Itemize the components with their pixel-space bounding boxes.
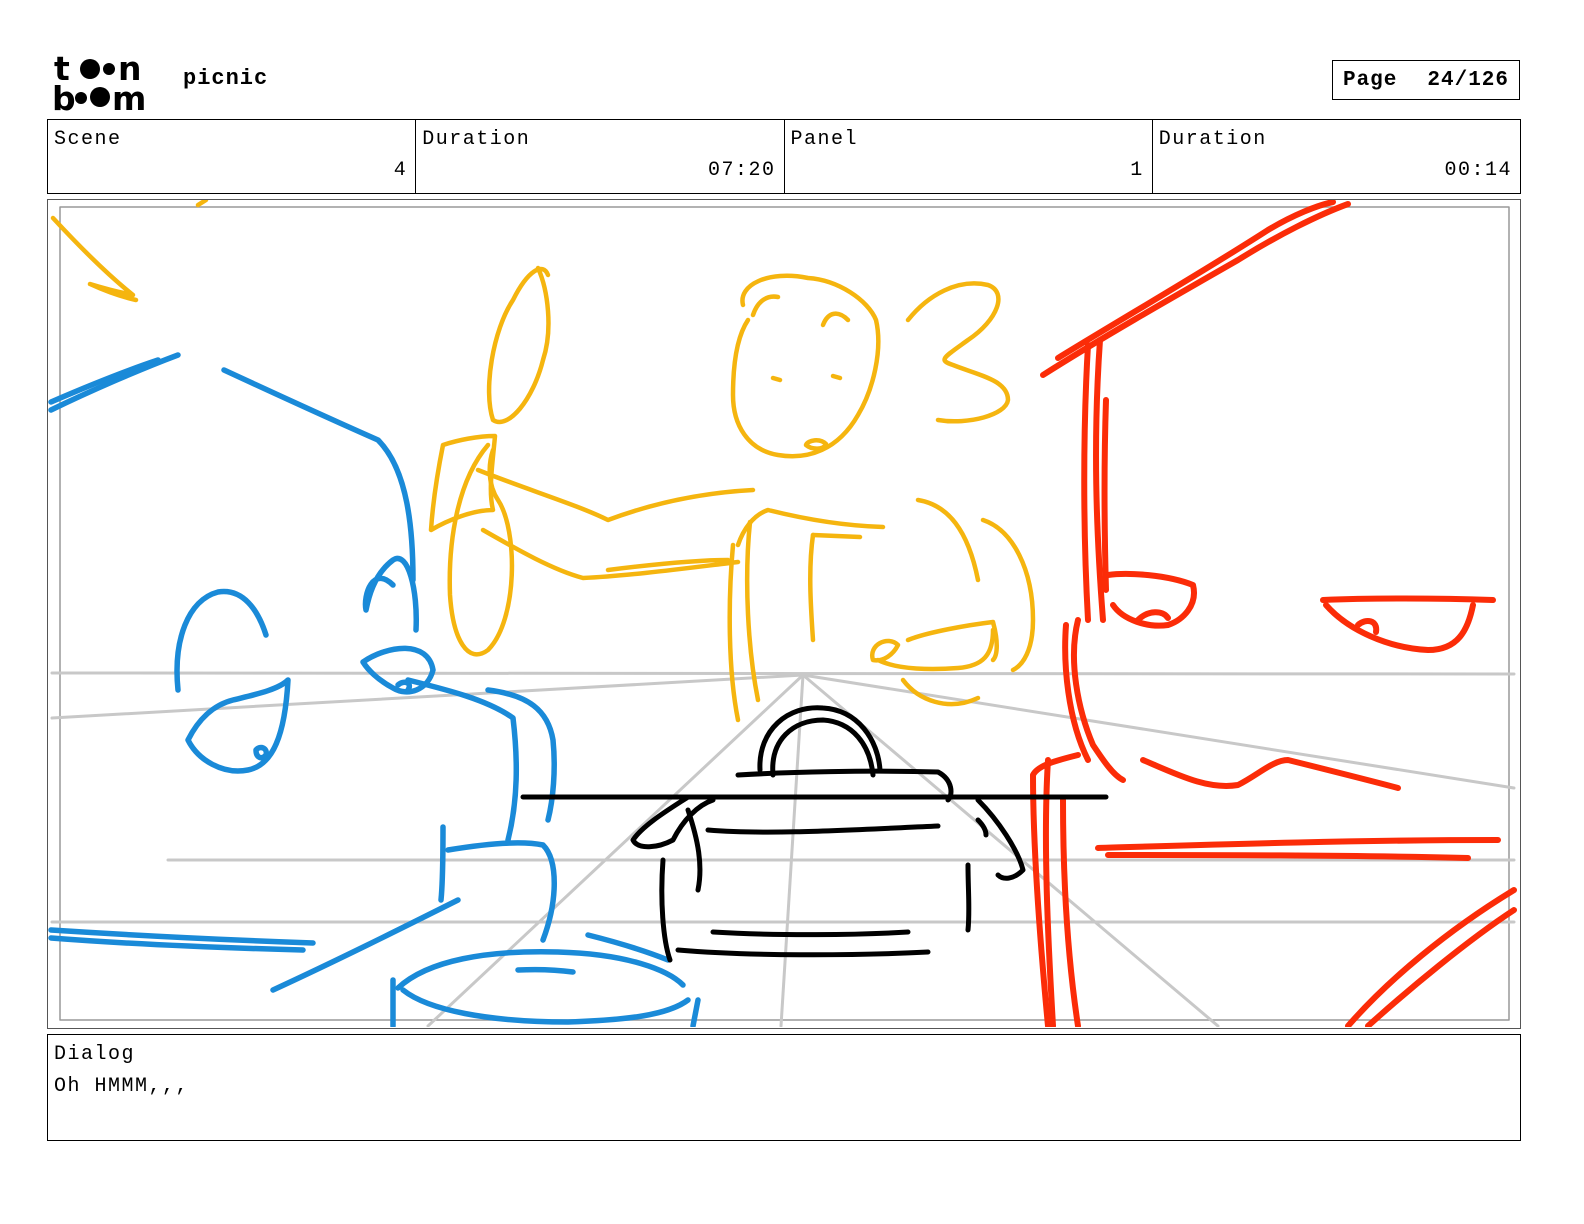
panel-duration-label: Duration — [1158, 128, 1267, 151]
page-indicator: Page 24/126 — [1332, 60, 1520, 100]
red-character-sketch — [1030, 200, 1517, 1027]
dialog-text: Oh HMMM,,, — [54, 1075, 190, 1098]
panel-duration-value: 00:14 — [1444, 159, 1512, 182]
page-value: 24/126 — [1427, 68, 1510, 92]
dialog-box: Dialog Oh HMMM,,, — [47, 1034, 1521, 1141]
scene-value: 4 — [393, 159, 408, 182]
scene-duration-value: 07:20 — [707, 159, 776, 182]
panel-duration-cell: Duration 00:14 — [1153, 120, 1520, 193]
scene-cell: Scene 4 — [48, 120, 417, 193]
perspective-guides — [50, 671, 1516, 1027]
panel-sketch — [48, 200, 1517, 1027]
scene-label: Scene — [54, 128, 122, 151]
panel-info-row: Scene 4 Duration 07:20 Panel 1 Duration … — [47, 119, 1521, 194]
blue-character-sketch — [48, 352, 701, 1027]
panel-value: 1 — [1130, 159, 1144, 182]
dialog-label: Dialog — [54, 1043, 136, 1066]
panel-cell: Panel 1 — [785, 120, 1153, 193]
panel-label: Panel — [790, 128, 859, 151]
svg-text:b: b — [52, 79, 76, 112]
page-label: Page — [1342, 68, 1398, 92]
svg-text:m: m — [112, 79, 146, 112]
project-title: picnic — [183, 66, 269, 91]
scene-duration-label: Duration — [422, 128, 531, 151]
safe-frame — [59, 206, 1510, 1021]
yellow-character-sketch — [50, 200, 1036, 723]
toonboom-logo: t n b m — [52, 50, 146, 112]
scene-duration-cell: Duration 07:20 — [416, 120, 785, 193]
storyboard-panel — [47, 199, 1521, 1029]
